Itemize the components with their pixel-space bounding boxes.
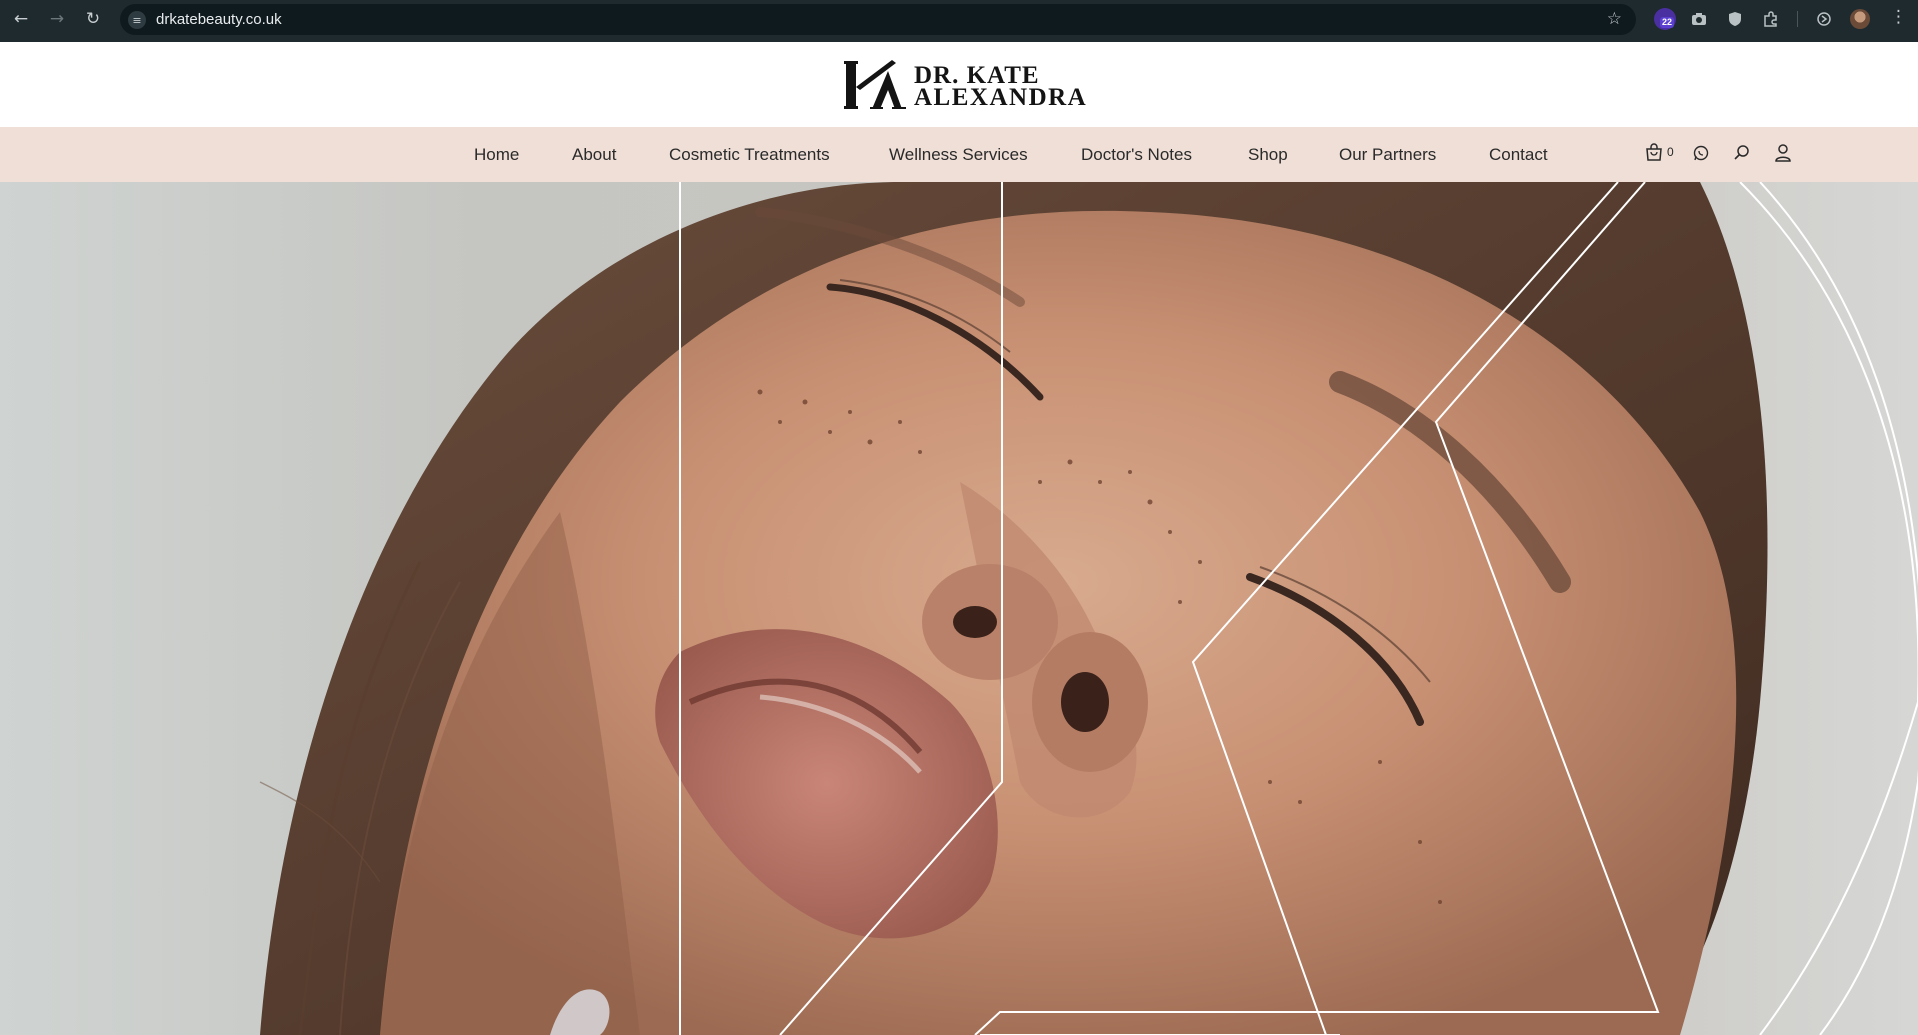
browser-toolbar: ← → ↻ ≡ drkatebeauty.co.uk ☆ 22 ⋮ [0,0,1918,42]
forward-arrow-icon[interactable]: → [43,5,71,33]
nav-item-shop[interactable]: Shop [1248,145,1288,165]
toolbar-divider [1797,11,1798,27]
search-icon[interactable] [1732,143,1754,165]
camera-icon[interactable] [1688,8,1710,30]
puzzle-icon[interactable] [1760,8,1782,30]
hero-image [0,182,1918,1035]
nav-item-about[interactable]: About [572,145,616,165]
brand-name: DR. KATE ALEXANDRA [914,63,1088,111]
shield-icon[interactable] [1724,8,1746,30]
nav-item-our-partners[interactable]: Our Partners [1339,145,1436,165]
nav-item-home[interactable]: Home [474,145,519,165]
url-text[interactable]: drkatebeauty.co.uk [156,11,282,28]
address-bar[interactable]: ≡ drkatebeauty.co.uk ☆ [120,4,1636,35]
site-header: DR. KATE ALEXANDRA [0,42,1918,127]
extension-badge-count: 22 [1660,17,1675,28]
profile-avatar[interactable] [1850,9,1870,29]
more-vertical-icon[interactable]: ⋮ [1890,7,1907,27]
nav-item-wellness-services[interactable]: Wellness Services [889,145,1028,165]
reload-icon[interactable]: ↻ [79,5,107,33]
brand-logo[interactable]: DR. KATE ALEXANDRA [842,57,1086,113]
nav-item-doctors-notes[interactable]: Doctor's Notes [1081,145,1192,165]
whatsapp-icon[interactable] [1691,143,1713,165]
nav-item-cosmetic-treatments[interactable]: Cosmetic Treatments [669,145,830,165]
hero-face-illustration [0,182,1918,1035]
cart-count: 0 [1667,145,1674,159]
main-navigation: Home About Cosmetic Treatments Wellness … [0,127,1918,182]
bookmark-star-icon[interactable]: ☆ [1607,9,1622,29]
brand-line-2: ALEXANDRA [914,84,1088,111]
site-settings-icon[interactable]: ≡ [128,11,146,29]
account-icon[interactable] [1773,143,1795,165]
nav-item-contact[interactable]: Contact [1489,145,1548,165]
extension-icon[interactable]: 22 [1654,8,1676,30]
monogram-ka-icon [844,60,906,109]
refresh-circle-icon[interactable] [1813,8,1835,30]
back-arrow-icon[interactable]: ← [7,5,35,33]
cart-icon[interactable] [1644,143,1666,165]
